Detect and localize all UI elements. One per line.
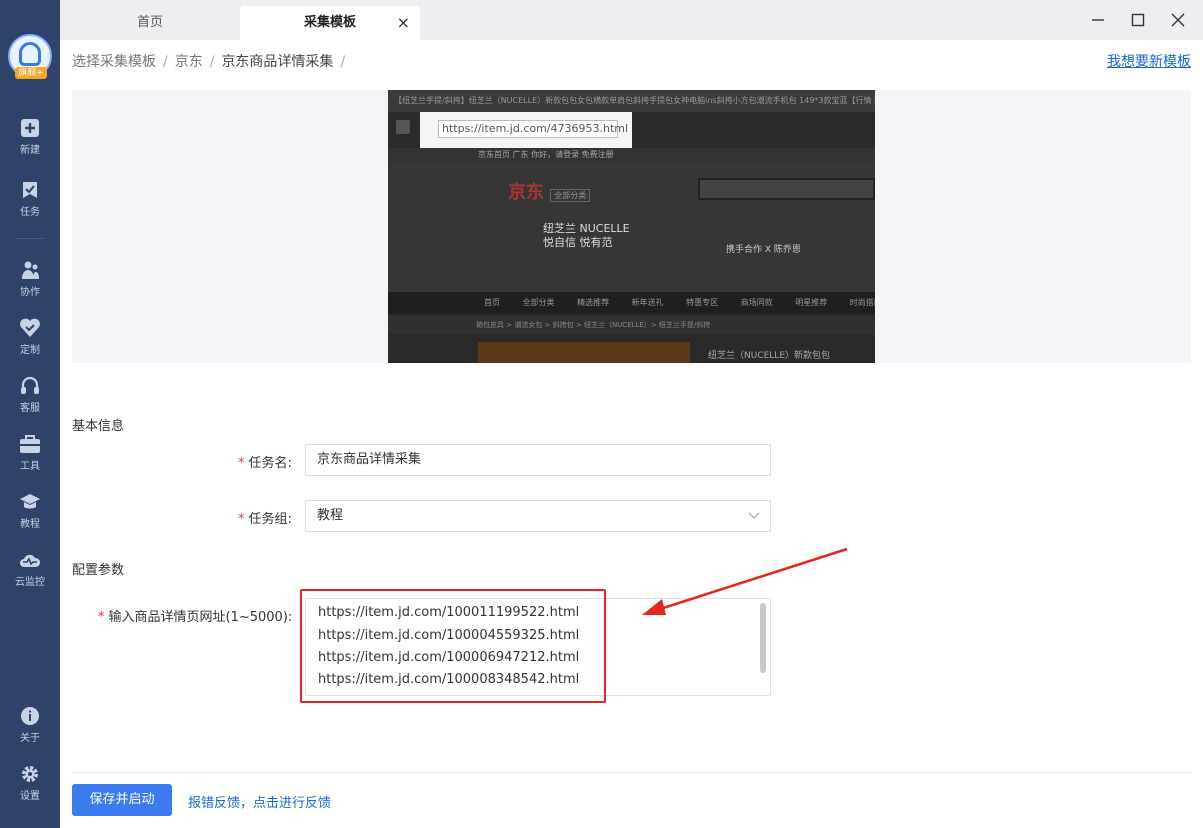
annotation-arrow-icon xyxy=(642,547,848,615)
task-group-value: 教程 xyxy=(317,508,344,523)
preview-search xyxy=(698,178,875,200)
plus-square-icon xyxy=(21,119,39,137)
template-preview: 【纽芝兰手提/斜挎】纽芝兰（NUCELLE）新款包包女包横款单肩包斜挎手提包女神… xyxy=(72,90,1191,363)
sidebar-item-label: 客服 xyxy=(20,403,40,414)
new-template-link[interactable]: 我想要新模板 xyxy=(1107,51,1191,71)
sidebar-item-task[interactable]: 任务 xyxy=(0,180,60,218)
tab-label: 采集模板 xyxy=(303,15,356,30)
section-basic-info: 基本信息 xyxy=(72,419,125,434)
section-config: 配置参数 xyxy=(72,563,125,578)
feedback-link[interactable]: 报错反馈，点击进行反馈 xyxy=(188,792,331,811)
sidebar-item-collab[interactable]: 协作 xyxy=(0,260,60,298)
app-logo[interactable]: 旗舰+ xyxy=(8,34,52,79)
chevron-down-icon xyxy=(748,512,760,519)
sidebar-item-label: 云监控 xyxy=(15,577,45,588)
preview-category: 全部分类 xyxy=(550,189,591,202)
breadcrumb-current: 京东商品详情采集 xyxy=(221,54,334,70)
back-icon xyxy=(396,120,410,134)
preview-address: https://item.jd.com/4736953.html xyxy=(438,120,628,138)
people-icon xyxy=(22,261,39,279)
required-mark: * xyxy=(238,456,245,471)
sidebar-item-label: 任务 xyxy=(20,207,40,218)
sidebar-item-tutorial[interactable]: 教程 xyxy=(0,492,60,530)
footer-divider xyxy=(72,772,1191,773)
close-window-icon[interactable] xyxy=(1166,8,1190,32)
preview-screenshot: 【纽芝兰手提/斜挎】纽芝兰（NUCELLE）新款包包女包横款单肩包斜挎手提包女神… xyxy=(388,90,875,363)
headset-icon xyxy=(21,376,39,394)
toolbox-icon xyxy=(20,435,40,453)
sidebar-item-settings[interactable]: 设置 xyxy=(0,764,60,802)
label-text: 任务名: xyxy=(248,456,292,471)
sidebar-item-label: 协作 xyxy=(20,287,40,298)
task-group-select[interactable]: 教程 xyxy=(305,500,771,532)
graduation-cap-icon xyxy=(20,494,40,509)
breadcrumb-sep: / xyxy=(340,54,346,70)
sidebar-item-label: 新建 xyxy=(20,145,40,156)
preview-banner-brand: 纽芝兰 NUCELLE xyxy=(543,222,630,235)
sidebar-item-custom[interactable]: 定制 xyxy=(0,318,60,356)
preview-address-highlight: https://item.jd.com/4736953.html xyxy=(420,112,632,148)
tab-home[interactable]: 首页 xyxy=(90,6,210,40)
label-text: 任务组: xyxy=(248,512,292,527)
label-text: 输入商品详情页网址(1~5000): xyxy=(108,610,293,625)
breadcrumb-item[interactable]: 选择采集模板 xyxy=(72,54,156,70)
preview-banner-slogan: 悦自信 悦有范 xyxy=(543,236,613,249)
flag-icon xyxy=(23,182,37,198)
sidebar-item-label: 教程 xyxy=(20,519,40,530)
required-mark: * xyxy=(98,610,105,625)
preview-banner-star: 携手合作 X 陈乔恩 xyxy=(726,245,801,255)
breadcrumb-sep: / xyxy=(209,54,215,70)
cloud-pulse-icon xyxy=(20,554,41,567)
preview-page-title: 【纽芝兰手提/斜挎】纽芝兰（NUCELLE）新款包包女包横款单肩包斜挎手提包女神… xyxy=(388,90,875,112)
maximize-icon[interactable] xyxy=(1126,8,1150,32)
sidebar-item-support[interactable]: 客服 xyxy=(0,376,60,414)
sidebar-divider xyxy=(16,238,44,239)
octopus-logo-icon xyxy=(19,42,41,66)
preview-product-image xyxy=(478,342,690,363)
preview-nav: 首页 全部分类 精选推荐 新年送礼 特惠专区 商场同款 明星推荐 时尚搭配 xyxy=(388,292,875,314)
breadcrumb-item[interactable]: 京东 xyxy=(175,54,203,70)
tab-collect-template[interactable]: 采集模板 × xyxy=(240,6,420,40)
task-group-label: * 任务组: xyxy=(238,508,292,527)
preview-crumb: 箱包皮具 > 潮流女包 > 斜挎包 > 纽芝兰（NUCELLE）> 纽芝兰手提/… xyxy=(388,316,875,334)
sidebar: 旗舰+ 新建 任务 协作 定制 客服 工具 教程 云监控 关于 设置 xyxy=(0,0,60,828)
task-name-input[interactable]: 京东商品详情采集 xyxy=(305,444,771,476)
logo-badge: 旗舰+ xyxy=(15,67,47,79)
preview-banner: 纽芝兰 NUCELLE 悦自信 悦有范 xyxy=(543,222,630,250)
sidebar-item-tools[interactable]: 工具 xyxy=(0,434,60,472)
preview-topbar: 京东首页 广东 你好，请登录 免费注册 xyxy=(388,148,875,162)
preview-product-title: 纽芝兰（NUCELLE）新款包包 xyxy=(708,351,831,361)
heart-check-icon xyxy=(20,318,40,337)
preview-logo: 京东 全部分类 xyxy=(508,178,591,204)
sidebar-item-label: 工具 xyxy=(20,461,40,472)
sidebar-item-label: 设置 xyxy=(20,791,40,802)
tab-bar: 首页 采集模板 × xyxy=(60,0,1203,40)
url-list-label: * 输入商品详情页网址(1~5000): xyxy=(98,606,292,625)
task-name-label: * 任务名: xyxy=(238,452,292,471)
required-mark: * xyxy=(238,512,245,527)
annotation-highlight-box xyxy=(300,589,606,703)
preview-logo-text: 京东 xyxy=(508,182,544,203)
sidebar-item-label: 定制 xyxy=(20,345,40,356)
minimize-icon[interactable] xyxy=(1086,8,1110,32)
preview-header: 京东 全部分类 纽芝兰 NUCELLE 悦自信 悦有范 携手合作 X 陈乔恩 xyxy=(388,162,875,292)
breadcrumb-sep: / xyxy=(163,54,168,70)
gear-icon xyxy=(22,766,38,782)
sidebar-item-new[interactable]: 新建 xyxy=(0,118,60,156)
tab-close-icon[interactable]: × xyxy=(397,6,410,40)
sidebar-item-cloud-monitor[interactable]: 云监控 xyxy=(0,550,60,588)
sidebar-item-about[interactable]: 关于 xyxy=(0,706,60,744)
save-and-start-button[interactable]: 保存并启动 xyxy=(72,784,172,816)
sidebar-item-label: 关于 xyxy=(20,733,40,744)
breadcrumb: 选择采集模板 / 京东 / 京东商品详情采集 / xyxy=(72,51,352,71)
info-icon xyxy=(21,707,39,725)
